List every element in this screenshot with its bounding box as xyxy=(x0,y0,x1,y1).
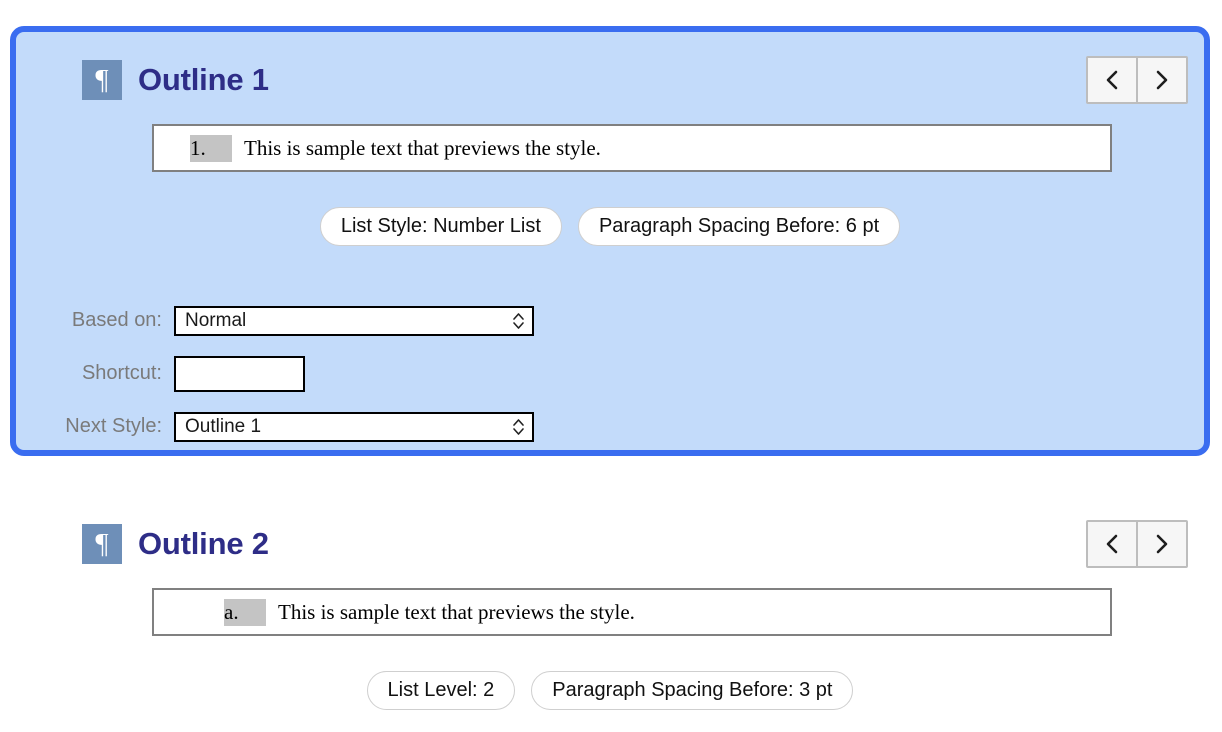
style-attribute-row: List Level: 2 Paragraph Spacing Before: … xyxy=(16,671,1204,710)
style-title: Outline 2 xyxy=(138,526,269,561)
style-card-outline-1[interactable]: ¶ Outline 1 1. This is sample text that … xyxy=(10,26,1210,456)
attribute-pill-list-style: List Style: Number List xyxy=(319,207,562,246)
sample-text: This is sample text that previews the st… xyxy=(278,599,635,624)
style-header: ¶ Outline 1 xyxy=(82,56,1186,104)
paragraph-mark-icon: ¶ xyxy=(82,524,122,564)
shortcut-input[interactable] xyxy=(174,355,305,392)
based-on-select[interactable]: Normal xyxy=(174,305,534,336)
shortcut-label: Shortcut: xyxy=(81,362,162,384)
next-style-label: Next Style: xyxy=(65,415,162,437)
next-style-select[interactable]: Outline 1 xyxy=(174,411,534,442)
next-style-button[interactable] xyxy=(1138,58,1186,102)
style-preview-text: 1. This is sample text that previews the… xyxy=(154,134,601,162)
next-style-button[interactable] xyxy=(1138,522,1186,566)
chevron-right-icon xyxy=(1154,69,1170,91)
sample-text: This is sample text that previews the st… xyxy=(244,135,601,160)
style-nav-group xyxy=(1086,520,1188,568)
list-marker: 1. xyxy=(190,134,232,162)
chevron-left-icon xyxy=(1104,533,1120,555)
attribute-pill-list-level: List Level: 2 xyxy=(366,671,516,710)
attribute-pill-paragraph-spacing: Paragraph Spacing Before: 3 pt xyxy=(531,671,854,710)
form-row-next-style: Next Style: Outline 1 xyxy=(16,400,1204,453)
style-title: Outline 1 xyxy=(138,62,269,97)
based-on-label: Based on: xyxy=(71,309,162,331)
chevron-right-icon xyxy=(1154,533,1170,555)
form-row-based-on: Based on: Normal xyxy=(16,294,1204,347)
list-marker: a. xyxy=(224,598,266,626)
previous-style-button[interactable] xyxy=(1088,58,1136,102)
paragraph-mark-icon: ¶ xyxy=(82,60,122,100)
style-settings-form: Based on: Normal Shortcut: Next Style: O… xyxy=(16,294,1204,453)
chevron-updown-icon xyxy=(510,417,526,437)
based-on-value: Normal xyxy=(185,309,247,331)
chevron-left-icon xyxy=(1104,69,1120,91)
chevron-updown-icon xyxy=(510,311,526,331)
style-card-outline-2[interactable]: ¶ Outline 2 a. This is sample text that … xyxy=(10,490,1210,722)
attribute-pill-paragraph-spacing: Paragraph Spacing Before: 6 pt xyxy=(577,207,901,246)
style-preview-box: 1. This is sample text that previews the… xyxy=(152,124,1112,172)
style-preview-text: a. This is sample text that previews the… xyxy=(154,598,635,626)
style-nav-group xyxy=(1086,56,1188,104)
next-style-value: Outline 1 xyxy=(185,415,262,437)
style-attribute-row: List Style: Number List Paragraph Spacin… xyxy=(16,207,1204,246)
previous-style-button[interactable] xyxy=(1088,522,1136,566)
style-preview-box: a. This is sample text that previews the… xyxy=(152,588,1112,636)
form-row-shortcut: Shortcut: xyxy=(16,347,1204,400)
style-header: ¶ Outline 2 xyxy=(82,520,1186,568)
